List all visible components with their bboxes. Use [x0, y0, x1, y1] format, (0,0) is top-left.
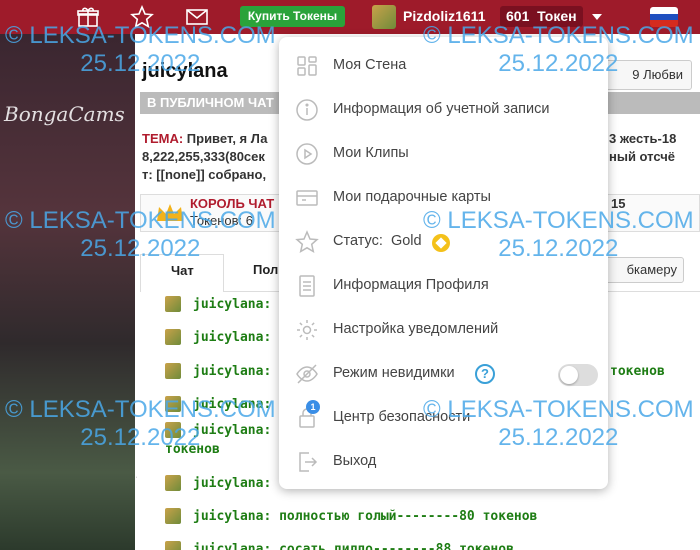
menu-label: Центр безопасности — [333, 409, 471, 425]
menu-item-my-wall[interactable]: Моя Стена — [279, 44, 608, 88]
topic-right-2: ный отсчё — [609, 149, 676, 164]
menu-item-gift-cards[interactable]: Мои подарочные карты — [279, 176, 608, 220]
buy-tokens-button[interactable]: Купить Токены — [240, 6, 345, 27]
menu-item-account-info[interactable]: Информация об учетной записи — [279, 88, 608, 132]
gold-status-icon — [432, 234, 450, 252]
token-balance[interactable]: 601 Токен — [500, 6, 583, 27]
topic-label: ТЕМА: — [142, 131, 184, 146]
chat-message-cont: токенов — [165, 442, 220, 457]
menu-label: Моя Стена — [333, 57, 407, 73]
menu-label: Информация Профиля — [333, 277, 489, 293]
chat-message-tail: токенов — [610, 364, 665, 379]
menu-label: Мои подарочные карты — [333, 189, 491, 205]
top-bar: Купить Токены Pizdoliz1611 601 Токен — [0, 0, 700, 34]
menu-item-security-center[interactable]: 1 Центр безопасности — [279, 396, 608, 440]
topic-text-1: Привет, я Ла — [183, 131, 268, 146]
love-button[interactable]: 9 Любви — [602, 60, 692, 90]
chat-message: juicylana: — [193, 330, 272, 345]
gear-icon — [297, 320, 317, 340]
tab-chat[interactable]: Чат — [140, 254, 224, 292]
token-count: 601 — [506, 8, 530, 24]
chat-message: juicylana: — [193, 476, 272, 491]
menu-label: Статус: Gold — [333, 233, 422, 249]
eye-off-icon — [296, 364, 318, 384]
king-value: 15 — [611, 196, 626, 211]
menu-item-notification-settings[interactable]: Настройка уведомлений — [279, 308, 608, 352]
chat-message: juicylana: сосать дилдо--------88 токено… — [193, 542, 514, 550]
token-word: Токен — [537, 8, 577, 24]
chat-message: juicylana: — [193, 423, 272, 438]
king-label: КОРОЛЬ ЧАТ — [190, 196, 275, 211]
gift-icon[interactable] — [76, 5, 100, 29]
invisible-mode-toggle[interactable] — [558, 364, 598, 386]
play-icon — [296, 143, 318, 165]
topic-right-1: 3 жесть-18 — [609, 131, 677, 146]
menu-item-status[interactable]: Статус: Gold — [279, 220, 608, 264]
topic-right: 3 жесть-18 ный отсчё — [609, 130, 676, 166]
gift-card-icon — [296, 190, 318, 206]
notification-badge: 1 — [306, 400, 320, 414]
menu-label: Мои Клипы — [333, 145, 409, 161]
russia-flag-icon[interactable] — [650, 7, 678, 27]
menu-label: Выход — [333, 453, 377, 469]
video-sidebar[interactable]: BongaCams — [0, 34, 135, 550]
chat-message: juicylana: — [193, 364, 272, 379]
menu-item-logout[interactable]: Выход — [279, 440, 608, 484]
wall-icon — [297, 56, 317, 76]
chevron-down-icon[interactable] — [592, 14, 602, 20]
help-icon[interactable]: ? — [475, 364, 495, 384]
document-icon — [299, 275, 315, 297]
menu-item-invisible-mode[interactable]: Режим невидимки ? — [279, 352, 608, 396]
user-avatar[interactable] — [372, 5, 396, 29]
username[interactable]: Pizdoliz1611 — [403, 8, 485, 24]
menu-label: Режим невидимки — [333, 365, 455, 381]
star-icon[interactable] — [130, 5, 154, 29]
mail-icon[interactable] — [185, 5, 209, 29]
status-value: Gold — [390, 233, 422, 249]
bongacams-logo: BongaCams — [4, 102, 125, 126]
star-icon — [295, 230, 319, 254]
model-name: juicylana — [142, 60, 228, 82]
crown-icon — [157, 204, 183, 221]
chat-message: juicylana: — [193, 397, 272, 412]
info-icon — [296, 99, 318, 121]
menu-label: Информация об учетной записи — [333, 101, 550, 117]
tab-users[interactable]: Пол — [253, 254, 278, 292]
menu-item-profile-info[interactable]: Информация Профиля — [279, 264, 608, 308]
menu-item-my-clips[interactable]: Мои Клипы — [279, 132, 608, 176]
king-tokens: Токенов: 6 — [190, 213, 253, 228]
chat-message: juicylana: — [193, 297, 272, 312]
menu-label: Настройка уведомлений — [333, 321, 499, 337]
account-dropdown-menu: Моя Стена Информация об учетной записи М… — [279, 37, 608, 489]
chat-message: juicylana: полностью голый--------80 ток… — [193, 509, 538, 524]
logout-icon — [299, 452, 318, 472]
